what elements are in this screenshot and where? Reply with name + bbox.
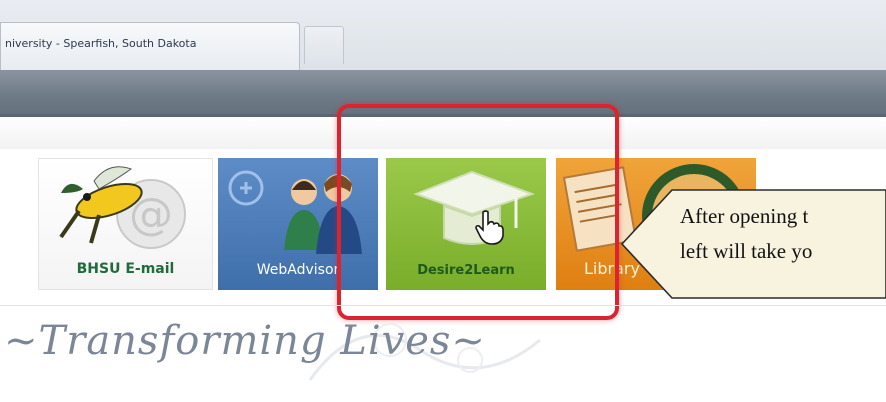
new-tab-button[interactable]: [304, 26, 344, 64]
desire2learn-highlight-box: [337, 104, 619, 320]
callout-text: After opening t left will take yo: [680, 199, 886, 269]
bhsu-email-label: BHSU E-mail: [76, 261, 175, 277]
hornet-mascot-icon: @: [59, 166, 186, 249]
browser-tab-active[interactable]: niversity - Spearfish, South Dakota: [0, 22, 300, 70]
slogan-text: ~Transforming Lives~: [4, 318, 486, 364]
callout-line-1: After opening t: [680, 204, 809, 228]
callout-line-2: left will take yo: [680, 239, 813, 263]
bhsu-email-tile[interactable]: @ BHSU E-mail: [38, 158, 213, 290]
browser-tab-bar: niversity - Spearfish, South Dakota: [0, 0, 886, 70]
browser-tab-title: niversity - Spearfish, South Dakota: [5, 37, 197, 50]
